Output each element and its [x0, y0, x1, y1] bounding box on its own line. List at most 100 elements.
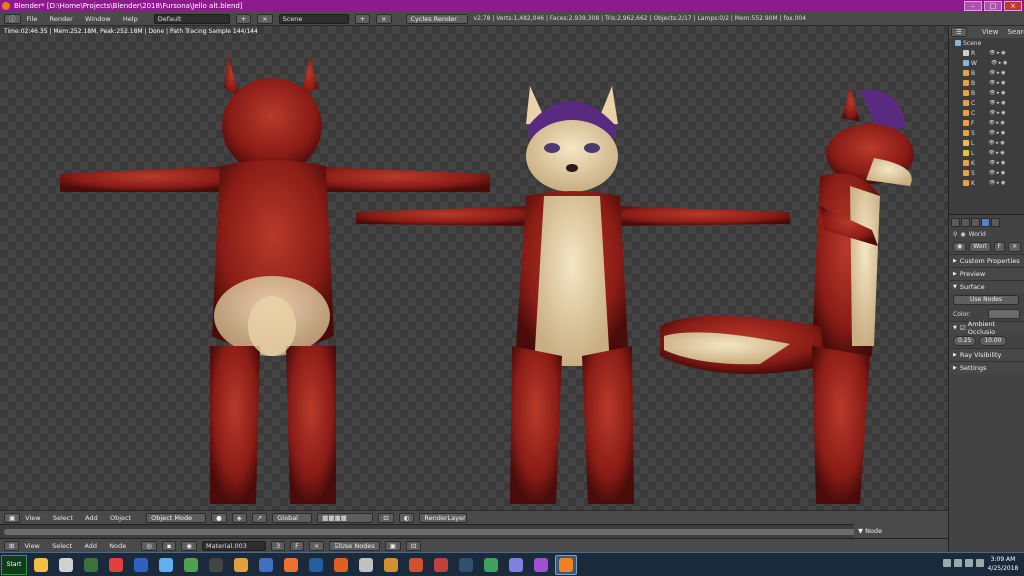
chat-icon[interactable]: [280, 555, 302, 575]
psd-icon[interactable]: [305, 555, 327, 575]
mask-icon[interactable]: [355, 555, 377, 575]
layout-selector[interactable]: Default: [153, 13, 230, 24]
visibility-icons[interactable]: 👁 ▸ ◉: [989, 100, 1005, 106]
wolf-icon[interactable]: [180, 555, 202, 575]
outliner-row[interactable]: K 👁 ▸ ◉: [949, 158, 1024, 168]
manipulator-toggle[interactable]: ↗: [251, 512, 268, 523]
visibility-icons[interactable]: 👁 ▸ ◉: [991, 60, 1007, 66]
visibility-icons[interactable]: 👁 ▸ ◉: [989, 180, 1005, 186]
shader-type-button[interactable]: ◎: [141, 540, 157, 551]
mode-dropdown[interactable]: Object Mode: [146, 512, 207, 523]
vp-menu-view[interactable]: View: [25, 514, 40, 522]
render-layer-dropdown[interactable]: RenderLayer: [419, 512, 468, 523]
outliner-tab-search[interactable]: Search: [1007, 28, 1024, 36]
properties-panel[interactable]: ⚲ ◉ World ◉ Worl F × ▶ Custom Properties …: [948, 214, 1024, 552]
ao-factor-field[interactable]: 0.25: [953, 336, 977, 346]
outliner-editor-type-button[interactable]: ☰: [951, 27, 967, 37]
pivot-dropdown[interactable]: ◈: [231, 512, 247, 523]
blender-icon[interactable]: [555, 554, 577, 575]
start-button[interactable]: Start: [1, 554, 27, 575]
viewport-editor-type-button[interactable]: ▣: [4, 512, 21, 523]
backdrop-button[interactable]: ▣: [384, 540, 401, 551]
vp-menu-add[interactable]: Add: [85, 514, 98, 522]
node-editor-type-button[interactable]: ⊞: [4, 540, 20, 551]
shading-dropdown[interactable]: ●: [211, 512, 227, 523]
lion-icon[interactable]: [380, 555, 402, 575]
taskbar-clock[interactable]: 3:09 AM 4/25/2018: [984, 555, 1022, 573]
notepad-icon[interactable]: [55, 555, 77, 575]
horizontal-scrollbar[interactable]: [4, 529, 944, 535]
minimize-button[interactable]: –: [964, 1, 982, 11]
menu-window[interactable]: Window: [85, 15, 111, 23]
network-icon[interactable]: [954, 559, 962, 567]
scene-add-button[interactable]: +: [354, 13, 371, 24]
outliner-row[interactable]: S 👁 ▸ ◉: [949, 128, 1024, 138]
outliner-scene-row[interactable]: Scene: [949, 38, 1024, 48]
visibility-icons[interactable]: 👁 ▸ ◉: [989, 70, 1005, 76]
outliner-row[interactable]: S 👁 ▸ ◉: [949, 168, 1024, 178]
visibility-icons[interactable]: 👁 ▸ ◉: [989, 110, 1005, 116]
visibility-icons[interactable]: 👁 ▸ ◉: [989, 50, 1005, 56]
visibility-icons[interactable]: 👁 ▸ ◉: [989, 160, 1005, 166]
visibility-icons[interactable]: 👁 ▸ ◉: [989, 90, 1005, 96]
pin-icon[interactable]: ⚲: [953, 231, 957, 238]
world-name-field[interactable]: Worl: [969, 242, 991, 252]
menu-file[interactable]: File: [27, 15, 38, 23]
flag-icon[interactable]: [976, 559, 984, 567]
spider-icon[interactable]: [530, 555, 552, 575]
outliner-row[interactable]: B 👁 ▸ ◉: [949, 68, 1024, 78]
paint-icon[interactable]: [430, 555, 452, 575]
3d-viewport[interactable]: Time:02:46.35 | Mem:252.18M, Peak:252.18…: [0, 26, 948, 510]
world-type-button[interactable]: ◉: [181, 540, 197, 551]
chrome-icon[interactable]: [105, 555, 127, 575]
node-menu-add[interactable]: Add: [84, 542, 97, 550]
panel-ray-visibility[interactable]: ▶ Ray Visibility: [949, 348, 1024, 361]
render-toggle[interactable]: ◐: [398, 512, 415, 523]
visibility-icons[interactable]: 👁 ▸ ◉: [988, 150, 1004, 156]
world-tab-icon[interactable]: [981, 217, 990, 227]
volume-icon[interactable]: [965, 559, 973, 567]
visibility-icons[interactable]: 👁 ▸ ◉: [989, 80, 1005, 86]
outliner-panel[interactable]: ☰ View Search Scene R 👁 ▸ ◉ W 👁 ▸ ◉ B 👁 ▸ ◉ B 👁…: [948, 26, 1024, 214]
menu-help[interactable]: Help: [123, 15, 138, 23]
camera-icon[interactable]: [80, 555, 102, 575]
outliner-row[interactable]: R 👁 ▸ ◉: [949, 48, 1024, 58]
ao-distance-field[interactable]: 10.00: [979, 336, 1007, 346]
visibility-icons[interactable]: 👁 ▸ ◉: [989, 170, 1005, 176]
outliner-row[interactable]: L 👁 ▸ ◉: [949, 138, 1024, 148]
panel-settings[interactable]: ▶ Settings: [949, 361, 1024, 374]
panel-preview[interactable]: ▶ Preview: [949, 267, 1024, 280]
vp-menu-object[interactable]: Object: [110, 514, 131, 522]
world-color-swatch[interactable]: [987, 309, 1020, 319]
tool-icon[interactable]: [130, 555, 152, 575]
close-button[interactable]: ×: [1004, 1, 1022, 11]
use-nodes-button[interactable]: Use Nodes: [953, 295, 1019, 305]
panel-custom-properties[interactable]: ▶ Custom Properties: [949, 254, 1024, 267]
visibility-icons[interactable]: 👁 ▸ ◉: [988, 140, 1004, 146]
material-unlink-button[interactable]: ×: [308, 540, 325, 551]
floppy-icon[interactable]: [505, 555, 527, 575]
outliner-row[interactable]: F 👁 ▸ ◉: [949, 118, 1024, 128]
outliner-tab-view[interactable]: View: [982, 28, 999, 36]
node-editor-area[interactable]: [0, 524, 948, 538]
snap-node-button[interactable]: ⊡: [405, 540, 422, 551]
world-fake-user-button[interactable]: F: [993, 242, 1006, 252]
steam-icon[interactable]: [455, 555, 477, 575]
layers-grid[interactable]: ▦▦▦▦: [317, 512, 374, 523]
panel-surface[interactable]: ▼ Surface: [949, 280, 1024, 293]
outliner-row[interactable]: L 👁 ▸ ◉: [949, 148, 1024, 158]
material-selector[interactable]: Material.003: [201, 540, 266, 551]
fl-studio-icon[interactable]: [230, 555, 252, 575]
node-menu-view[interactable]: View: [24, 542, 39, 550]
layers-tab-icon[interactable]: [961, 217, 970, 227]
object-tab-icon[interactable]: [991, 217, 1000, 227]
snap-toggle[interactable]: ⊡: [378, 512, 394, 523]
outliner-row[interactable]: K 👁 ▸ ◉: [949, 178, 1024, 188]
vp-menu-select[interactable]: Select: [53, 514, 73, 522]
outliner-row[interactable]: B 👁 ▸ ◉: [949, 88, 1024, 98]
node-menu-select[interactable]: Select: [52, 542, 72, 550]
editor-type-button[interactable]: ⓘ: [4, 13, 21, 24]
tray-icon[interactable]: [943, 559, 951, 567]
scene-selector[interactable]: Scene: [278, 13, 349, 24]
layout-add-button[interactable]: +: [235, 13, 252, 24]
